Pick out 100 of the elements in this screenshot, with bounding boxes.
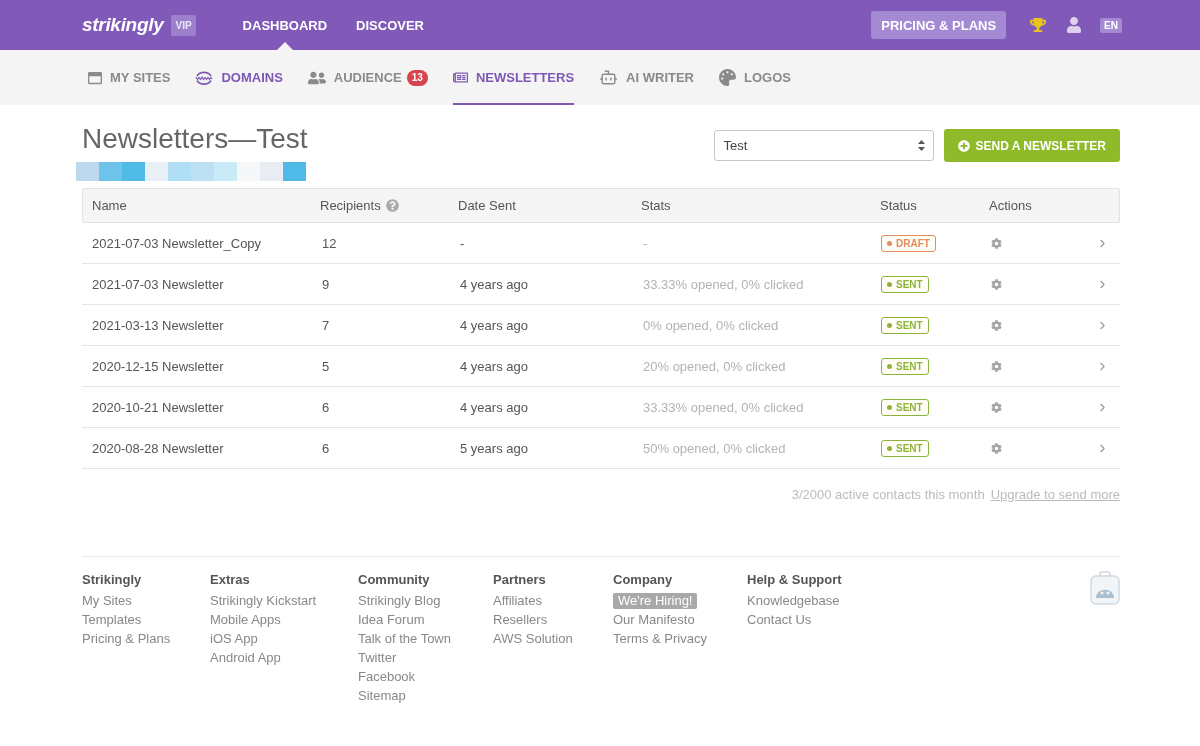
table-cell: 12 bbox=[322, 235, 337, 251]
language-button[interactable]: EN bbox=[1100, 17, 1122, 33]
table-cell: 2020-08-28 Newsletter bbox=[92, 440, 224, 456]
footer-heading: Company bbox=[613, 571, 673, 589]
table-cell: - bbox=[460, 235, 465, 251]
footer-link[interactable]: iOS App bbox=[210, 629, 258, 648]
table-cell: 4 years ago bbox=[460, 358, 528, 374]
footer-link[interactable]: Our Manifesto bbox=[613, 610, 695, 629]
www-icon bbox=[195, 70, 214, 85]
table-cell: - bbox=[643, 235, 648, 251]
column-header: Stats bbox=[641, 198, 671, 213]
browser-window-icon bbox=[88, 70, 102, 85]
status-text: DRAFT bbox=[896, 237, 930, 249]
nav-tab[interactable]: DOMAINS bbox=[195, 50, 283, 105]
footer-link[interactable]: Facebook bbox=[358, 667, 416, 686]
footer-link[interactable]: Strikingly Kickstart bbox=[210, 591, 317, 610]
site-select[interactable]: Test bbox=[713, 130, 934, 161]
footer-link[interactable]: Sitemap bbox=[358, 686, 406, 705]
table-cell: 33.33% opened, 0% clicked bbox=[643, 276, 804, 292]
footer-link[interactable]: Pricing & Plans bbox=[82, 629, 171, 648]
footer-link[interactable]: Idea Forum bbox=[358, 610, 425, 629]
footer-heading: Extras bbox=[210, 571, 250, 589]
usage-text: 3/2000 active contacts this month bbox=[791, 487, 985, 502]
table-cell: 5 years ago bbox=[460, 440, 528, 456]
table-cell: 0% opened, 0% clicked bbox=[643, 317, 779, 333]
table-cell: 2021-07-03 Newsletter bbox=[92, 276, 224, 292]
column-header: Name bbox=[92, 198, 127, 213]
footer-link[interactable]: Resellers bbox=[493, 610, 548, 629]
tab-label: NEWSLETTERS bbox=[475, 70, 575, 85]
footer-link[interactable]: Mobile Apps bbox=[210, 610, 281, 629]
nav-tab[interactable]: NEWSLETTERS bbox=[452, 50, 575, 105]
footer-link[interactable]: Contact Us bbox=[747, 610, 812, 629]
footer-link[interactable]: Templates bbox=[82, 610, 142, 629]
user-icon[interactable] bbox=[1066, 17, 1083, 33]
status-text: SENT bbox=[896, 442, 923, 454]
gear-icon[interactable] bbox=[991, 442, 1002, 454]
table-cell: 5 bbox=[322, 358, 330, 374]
footer-link[interactable]: My Sites bbox=[82, 591, 132, 610]
gear-icon[interactable] bbox=[991, 360, 1002, 372]
footer-link[interactable]: Strikingly Blog bbox=[358, 591, 441, 610]
footer-heading: Help & Support bbox=[747, 571, 842, 589]
nav-tab[interactable]: LOGOS bbox=[719, 50, 791, 105]
nav-tab[interactable]: AI WRITER bbox=[599, 50, 694, 105]
footer-link[interactable]: Android App bbox=[210, 648, 281, 667]
column-header: Recipients bbox=[320, 198, 381, 213]
footer-link[interactable]: Terms & Privacy bbox=[613, 629, 707, 648]
gear-icon[interactable] bbox=[991, 237, 1002, 249]
nav-link[interactable]: DASHBOARD bbox=[242, 0, 328, 50]
footer-link[interactable]: Talk of the Town bbox=[358, 629, 451, 648]
status-text: SENT bbox=[896, 401, 923, 413]
footer-heading: Partners bbox=[493, 571, 546, 589]
robot-icon bbox=[599, 68, 619, 87]
table-cell: 9 bbox=[322, 276, 330, 292]
document-icon bbox=[452, 70, 468, 85]
upgrade-link[interactable]: Upgrade to send more bbox=[990, 487, 1120, 502]
palette-icon bbox=[719, 69, 736, 86]
nav-tab[interactable]: AUDIENCE 13 bbox=[307, 50, 428, 105]
gear-icon[interactable] bbox=[991, 319, 1002, 331]
mascot-icon bbox=[1090, 571, 1120, 605]
table-cell: 7 bbox=[322, 317, 330, 333]
count-badge: 13 bbox=[406, 69, 428, 86]
tab-label: AUDIENCE bbox=[333, 70, 402, 85]
gear-icon[interactable] bbox=[991, 401, 1002, 413]
table-cell: 2021-07-03 Newsletter_Copy bbox=[92, 235, 262, 251]
pricing-button[interactable]: PRICING & PLANS bbox=[871, 11, 1007, 39]
table-cell: 50% opened, 0% clicked bbox=[643, 440, 786, 456]
logo[interactable]: strikingly bbox=[82, 14, 164, 36]
tab-label: LOGOS bbox=[744, 70, 791, 85]
footer-link[interactable]: We're Hiring! bbox=[613, 593, 698, 609]
footer-link[interactable]: Twitter bbox=[358, 648, 397, 667]
footer-link[interactable]: Knowledgebase bbox=[747, 591, 840, 610]
page-title: Newsletters—Test bbox=[82, 123, 308, 155]
footer-link[interactable]: AWS Solution bbox=[493, 629, 573, 648]
status-text: SENT bbox=[896, 319, 923, 331]
tab-label: AI WRITER bbox=[626, 70, 694, 85]
column-header: Date Sent bbox=[458, 198, 516, 213]
table-cell: 2021-03-13 Newsletter bbox=[92, 317, 224, 333]
trophy-icon[interactable] bbox=[1030, 17, 1047, 33]
help-icon[interactable] bbox=[385, 199, 399, 212]
table-cell: 20% opened, 0% clicked bbox=[643, 358, 786, 374]
nav-link[interactable]: DISCOVER bbox=[356, 0, 424, 50]
column-header: Actions bbox=[989, 198, 1032, 213]
table-cell: 6 bbox=[322, 399, 330, 415]
tab-label: DOMAINS bbox=[221, 70, 283, 85]
table-cell: 4 years ago bbox=[460, 276, 528, 292]
up-down-arrows-icon bbox=[917, 140, 925, 151]
table-cell: 4 years ago bbox=[460, 317, 528, 333]
footer-heading: Community bbox=[358, 571, 430, 589]
gear-icon[interactable] bbox=[991, 278, 1002, 290]
table-cell: 33.33% opened, 0% clicked bbox=[643, 399, 804, 415]
tab-label: MY SITES bbox=[110, 70, 171, 85]
table-cell: 6 bbox=[322, 440, 330, 456]
send-newsletter-button[interactable]: SEND A NEWSLETTER bbox=[943, 129, 1120, 162]
nav-tab[interactable]: MY SITES bbox=[88, 50, 171, 105]
table-cell: 2020-12-15 Newsletter bbox=[92, 358, 224, 374]
footer-heading: Strikingly bbox=[82, 571, 142, 589]
status-text: SENT bbox=[896, 360, 923, 372]
vip-badge: VIP bbox=[171, 14, 196, 36]
status-text: SENT bbox=[896, 278, 923, 290]
footer-link[interactable]: Affiliates bbox=[493, 591, 542, 610]
